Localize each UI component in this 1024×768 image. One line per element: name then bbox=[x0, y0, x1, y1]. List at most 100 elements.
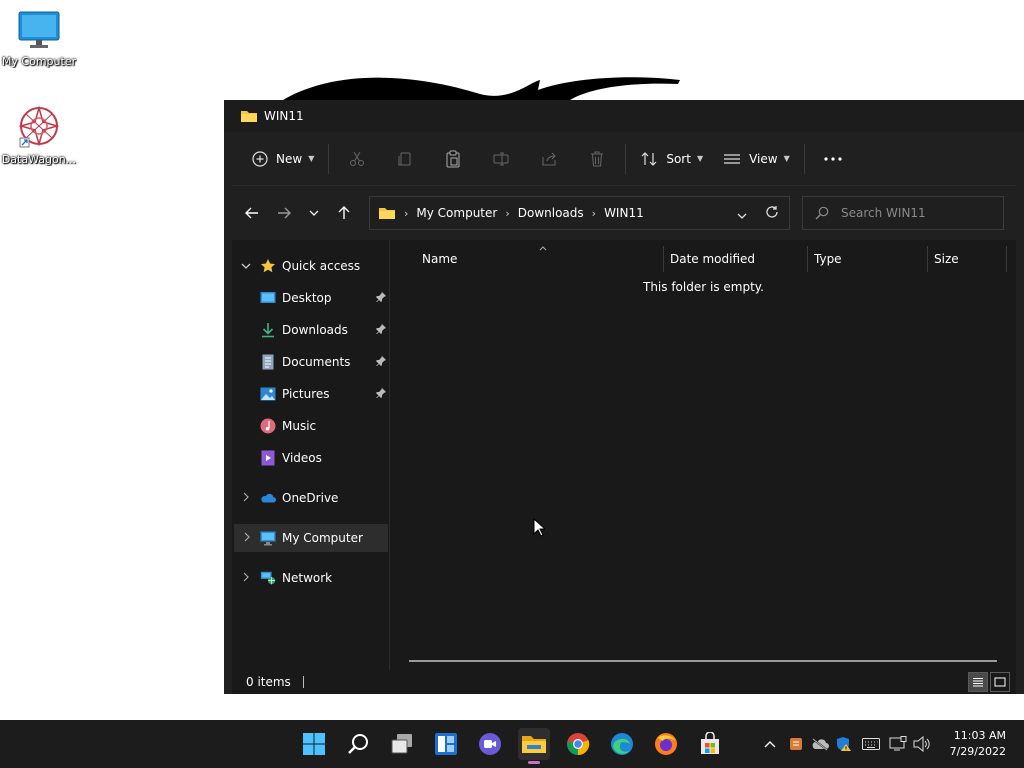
search-button[interactable] bbox=[342, 728, 374, 760]
column-header-size[interactable]: Size bbox=[934, 246, 959, 272]
nav-item-videos[interactable]: Videos bbox=[232, 444, 388, 472]
music-icon bbox=[260, 418, 276, 434]
view-button[interactable]: View ▼ bbox=[713, 143, 800, 175]
rename-button[interactable] bbox=[477, 143, 525, 175]
column-header-name[interactable]: Name bbox=[422, 246, 457, 272]
forward-button[interactable] bbox=[268, 197, 300, 229]
paste-button[interactable] bbox=[429, 143, 477, 175]
file-explorer-window[interactable]: WIN11 New ▼ Sort ▼ View ▼ › My Computer … bbox=[224, 100, 1024, 694]
teams-chat-button[interactable] bbox=[474, 728, 506, 760]
column-header-type[interactable]: Type bbox=[814, 246, 842, 272]
cut-button[interactable] bbox=[333, 143, 381, 175]
star-icon bbox=[260, 258, 276, 274]
nav-item-downloads[interactable]: Downloads bbox=[232, 316, 388, 344]
address-bar[interactable]: › My Computer › Downloads › WIN11 bbox=[369, 196, 790, 230]
nav-quick-access[interactable]: Quick access bbox=[232, 252, 388, 280]
view-lines-icon bbox=[724, 153, 741, 164]
copy-button[interactable] bbox=[381, 143, 429, 175]
new-button[interactable]: New ▼ bbox=[242, 143, 324, 175]
widgets-button[interactable] bbox=[430, 728, 462, 760]
chevron-down-icon bbox=[737, 213, 747, 219]
expand-chevron-icon[interactable] bbox=[232, 572, 260, 585]
recent-locations-button[interactable] bbox=[300, 197, 328, 229]
column-divider[interactable] bbox=[663, 246, 664, 272]
view-button-label: View bbox=[749, 151, 778, 166]
nav-item-desktop[interactable]: Desktop bbox=[232, 284, 388, 312]
security-tray-button[interactable] bbox=[832, 736, 856, 752]
sort-button[interactable]: Sort ▼ bbox=[630, 143, 713, 175]
clock[interactable]: 11:03 AM 7/29/2022 bbox=[950, 728, 1006, 760]
nav-label: Desktop bbox=[282, 291, 332, 305]
breadcrumb-win11[interactable]: WIN11 bbox=[604, 206, 644, 220]
refresh-button[interactable] bbox=[765, 205, 779, 222]
folder-icon bbox=[522, 736, 546, 753]
chevron-down-icon: ▼ bbox=[696, 154, 704, 163]
nav-item-pictures[interactable]: Pictures bbox=[232, 380, 388, 408]
windows-logo-icon bbox=[303, 733, 325, 755]
toolbar-divider bbox=[625, 143, 627, 174]
start-button[interactable] bbox=[298, 728, 330, 760]
mouse-cursor bbox=[533, 518, 545, 537]
desktop-icon-datawagon[interactable]: DataWagon... bbox=[1, 104, 77, 166]
horizontal-scrollbar[interactable] bbox=[409, 660, 997, 662]
firefox-button[interactable] bbox=[650, 728, 682, 760]
chevron-down-icon bbox=[309, 210, 319, 216]
folder-icon bbox=[241, 111, 257, 122]
column-divider[interactable] bbox=[927, 246, 928, 272]
pin-icon bbox=[376, 323, 386, 337]
microsoft-store-button[interactable] bbox=[694, 728, 726, 760]
breadcrumb-downloads[interactable]: Downloads bbox=[518, 206, 584, 220]
network-tray-button[interactable] bbox=[886, 736, 910, 752]
scissors-icon bbox=[350, 151, 365, 166]
delete-button[interactable] bbox=[573, 143, 621, 175]
desktop-icon-my-computer[interactable]: My Computer bbox=[1, 10, 77, 68]
task-view-button[interactable] bbox=[386, 728, 418, 760]
up-button[interactable] bbox=[328, 197, 360, 229]
title-bar[interactable]: WIN11 bbox=[224, 100, 1024, 132]
nav-item-documents[interactable]: Documents bbox=[232, 348, 388, 376]
chrome-button[interactable] bbox=[562, 728, 594, 760]
onedrive-tray-button[interactable] bbox=[808, 737, 832, 751]
network-icon bbox=[260, 570, 276, 586]
pictures-icon bbox=[260, 386, 276, 402]
tray-app-button[interactable] bbox=[784, 737, 808, 751]
address-dropdown-button[interactable] bbox=[737, 208, 747, 222]
window-title: WIN11 bbox=[264, 109, 304, 123]
refresh-icon bbox=[766, 206, 778, 218]
folder-icon bbox=[379, 208, 395, 219]
column-divider[interactable] bbox=[807, 246, 808, 272]
expand-chevron-icon[interactable] bbox=[232, 492, 260, 505]
firefox-icon bbox=[655, 733, 677, 755]
file-list-pane[interactable]: Name Date modified Type Size This folder… bbox=[391, 240, 1016, 670]
column-header-date-modified[interactable]: Date modified bbox=[670, 246, 755, 272]
back-button[interactable] bbox=[236, 197, 268, 229]
column-divider[interactable] bbox=[1006, 246, 1007, 272]
share-button[interactable] bbox=[525, 143, 573, 175]
file-explorer-taskbar-button[interactable] bbox=[518, 728, 550, 764]
nav-onedrive[interactable]: OneDrive bbox=[232, 484, 388, 512]
nav-network[interactable]: Network bbox=[232, 564, 388, 592]
expand-chevron-icon[interactable] bbox=[232, 261, 260, 272]
navigation-pane: Quick access Desktop Downloads Documents… bbox=[232, 240, 390, 670]
large-icons-view-button[interactable] bbox=[990, 672, 1010, 692]
item-count: 0 items bbox=[246, 675, 291, 689]
pin-icon bbox=[376, 387, 386, 401]
details-view-button[interactable] bbox=[968, 672, 988, 692]
keyboard-layout-button[interactable] bbox=[856, 738, 886, 750]
search-input[interactable]: Search WIN11 bbox=[802, 196, 1004, 230]
nav-my-computer[interactable]: My Computer bbox=[234, 524, 388, 552]
toolbar-divider bbox=[803, 143, 805, 174]
pin-icon bbox=[376, 291, 386, 305]
edge-icon bbox=[611, 733, 633, 755]
nav-item-music[interactable]: Music bbox=[232, 412, 388, 440]
breadcrumb-separator: › bbox=[591, 206, 597, 220]
edge-button[interactable] bbox=[606, 728, 638, 760]
clock-time: 11:03 AM bbox=[953, 729, 1006, 742]
expand-chevron-icon[interactable] bbox=[234, 532, 260, 545]
breadcrumb-my-computer[interactable]: My Computer bbox=[416, 206, 497, 220]
show-hidden-icons-button[interactable] bbox=[762, 740, 778, 748]
volume-tray-button[interactable] bbox=[910, 736, 934, 752]
more-options-button[interactable] bbox=[809, 143, 857, 175]
rename-icon bbox=[493, 152, 509, 165]
trash-icon bbox=[591, 151, 604, 166]
